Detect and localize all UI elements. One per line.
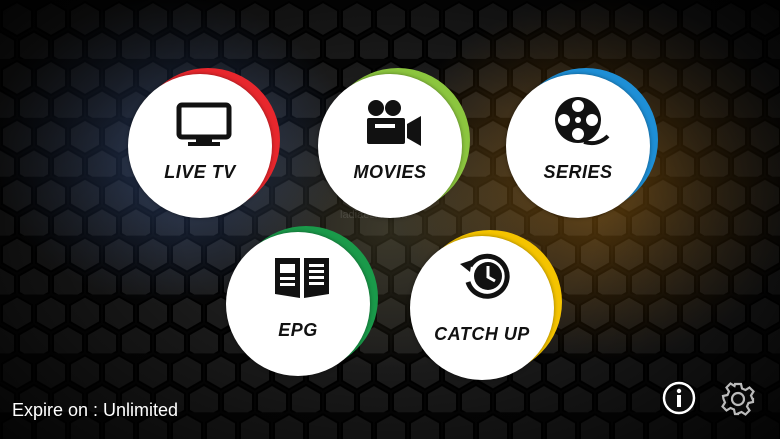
epg-label: EPG	[278, 320, 318, 340]
catch-up-button[interactable]: CATCH UP	[410, 230, 562, 388]
series-button[interactable]: SERIES	[506, 68, 658, 226]
catch-up-label: CATCH UP	[434, 324, 530, 344]
info-icon	[662, 381, 696, 415]
history-clock-icon	[410, 248, 562, 306]
film-reel-icon	[506, 94, 658, 150]
tv-icon	[128, 102, 280, 148]
live-tv-label: LIVE TV	[164, 162, 236, 182]
live-tv-button[interactable]: LIVE TV	[128, 68, 280, 226]
gear-icon	[721, 382, 755, 416]
info-button[interactable]	[662, 381, 696, 420]
guide-book-icon	[226, 254, 378, 300]
expire-status: Expire on : Unlimited	[12, 400, 179, 420]
video-camera-icon	[318, 98, 470, 148]
movies-label: MOVIES	[353, 162, 427, 182]
epg-button[interactable]: EPG	[226, 226, 378, 384]
series-label: SERIES	[543, 162, 613, 182]
movies-button[interactable]: MOVIES	[318, 68, 470, 226]
settings-button[interactable]	[720, 381, 756, 422]
